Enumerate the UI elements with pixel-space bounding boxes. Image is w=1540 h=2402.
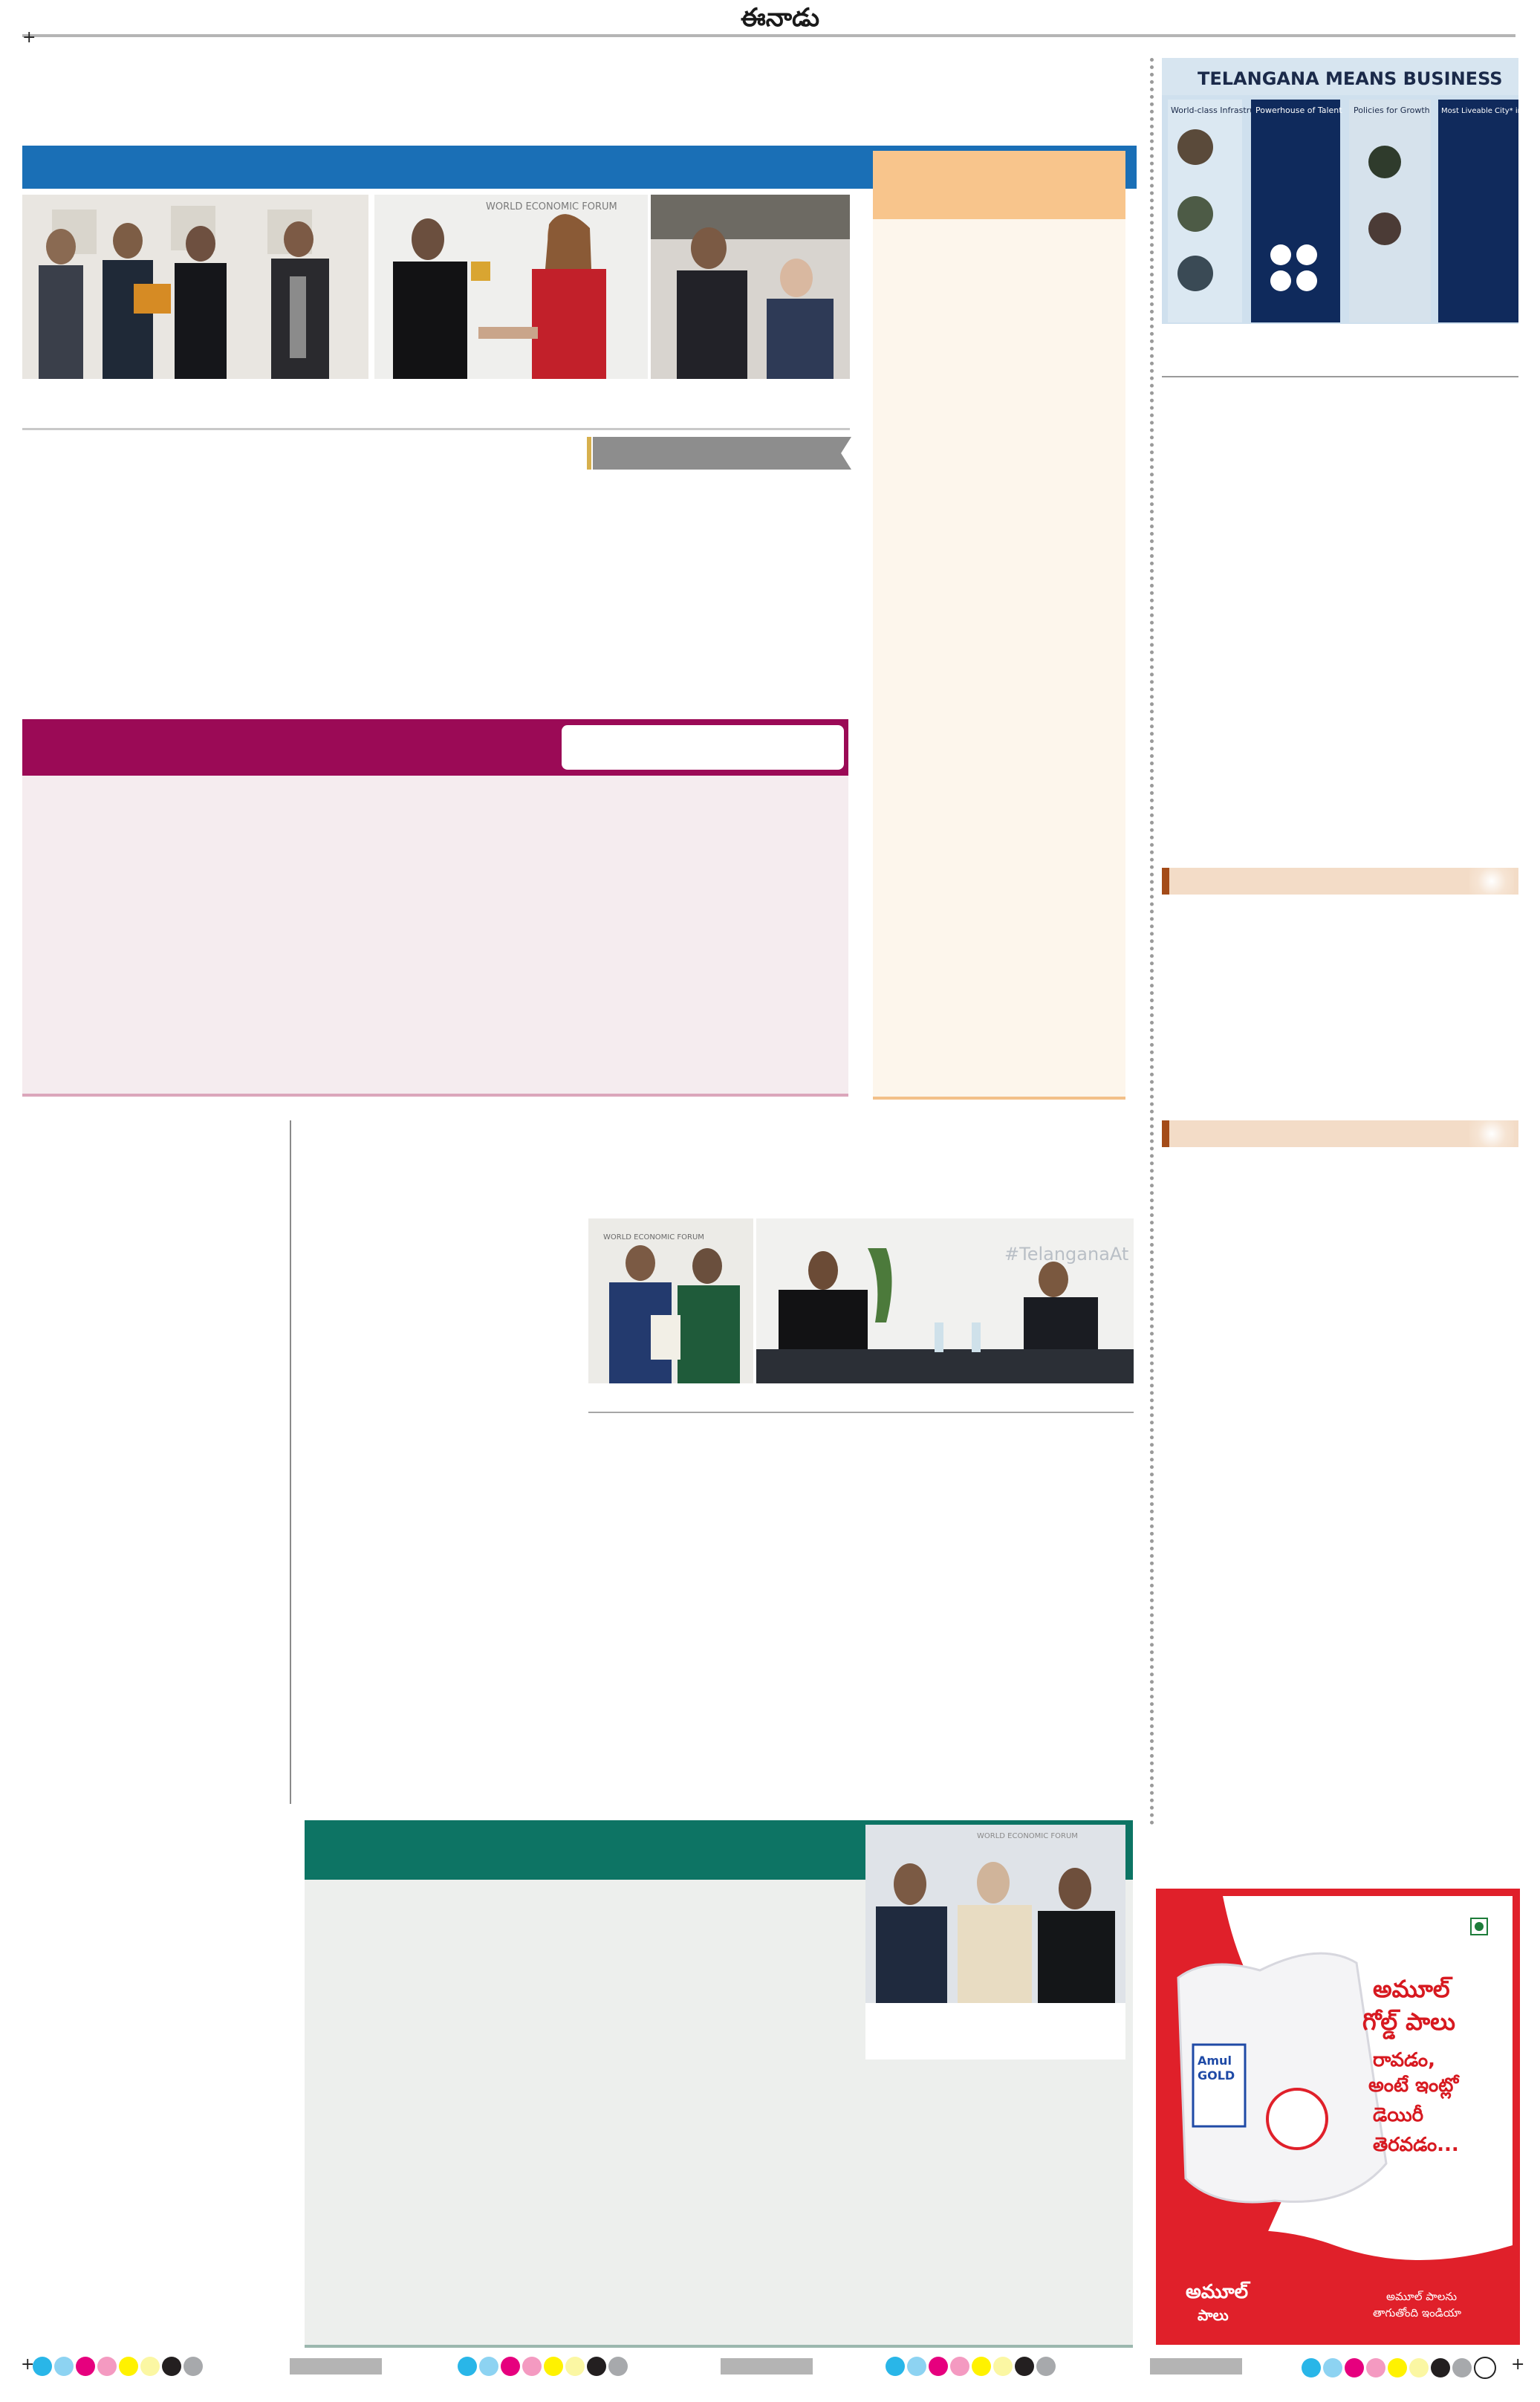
colour-swatch [1366,2358,1385,2377]
section-tab-gray [593,437,851,470]
photo-meeting-table: #TelanganaAt [756,1218,1134,1383]
colour-swatch [1388,2358,1407,2377]
photo-telangana-board: TELANGANA MEANS BUSINESS World-class Inf… [1162,58,1518,324]
ad-pack-brand: Amul [1198,2054,1232,2068]
photo-delegation-group [22,195,368,379]
colour-swatch [1036,2357,1056,2376]
column-divider-dotted [1150,58,1157,1826]
colour-swatch [183,2357,203,2376]
colour-bar-group-1 [33,2357,205,2376]
side-tab-1 [1169,868,1518,895]
sidebar-body-peach [873,219,1125,1098]
colour-swatch [587,2357,606,2376]
colour-bar-gray-3 [1150,2358,1242,2375]
ad-line-6: తెరవడం... [1373,2134,1459,2156]
colour-swatch [1302,2358,1321,2377]
sidebar-header-peach [873,151,1125,219]
board-heading: TELANGANA MEANS BUSINESS [1198,68,1503,89]
middle-story-rule [588,1412,1134,1413]
colour-bar-gray-2 [721,2358,813,2375]
photo-two-men [651,195,850,379]
registration-mark: + [22,28,36,47]
colour-bar-group-2 [458,2357,630,2376]
colour-swatch [33,2357,52,2376]
colour-swatch [458,2357,477,2376]
headline-pill [562,725,844,770]
ad-line-3: రావడం, [1373,2049,1435,2071]
board-col2: Powerhouse of Talent [1255,106,1342,115]
colour-swatch [565,2357,585,2376]
registration-mark-bottom-right: + [1511,2355,1525,2374]
photo-document-handover: WORLD ECONOMIC FORUM [588,1218,753,1383]
amul-advertisement: Amul GOLD అమూల్ గోల్డ్ పాలు రావడం, అంటే … [1156,1889,1520,2345]
colour-swatch [1474,2357,1496,2379]
section-tab-accent [587,437,591,470]
colour-swatch [479,2357,498,2376]
sidebar-footer-rule [873,1097,1125,1100]
side-tab-2-accent [1162,1120,1169,1147]
colour-bar-group-3 [886,2357,1058,2376]
colour-swatch [119,2357,138,2376]
colour-swatch [1345,2358,1364,2377]
colour-swatch [544,2357,563,2376]
photo-three-leaders: WORLD ECONOMIC FORUM [865,1825,1125,2003]
colour-swatch [97,2357,117,2376]
colour-swatch [162,2357,181,2376]
boxed-story-footer-rule [22,1094,848,1097]
colour-swatch [608,2357,628,2376]
colour-swatch [54,2357,74,2376]
side-tab-2-ornament [1469,1120,1514,1147]
photo-label-wef-2: WORLD ECONOMIC FORUM [603,1233,704,1241]
colour-swatch [76,2357,95,2376]
colour-swatch [1452,2358,1472,2377]
colour-swatch [1323,2358,1342,2377]
ad-brand-bottom-1: అమూల్ [1186,2281,1249,2303]
boxed-story-pink [22,776,848,1095]
side-tab-1-ornament [1469,868,1514,895]
side-tab-1-accent [1162,868,1169,895]
colour-swatch [972,2357,991,2376]
photo-handshake: WORLD ECONOMIC FORUM [374,195,648,379]
colour-bar-gray-1 [290,2358,382,2375]
meeting-hashtag: #TelanganaAt [1004,1244,1128,1265]
photo-label-wef-3: WORLD ECONOMIC FORUM [977,1832,1078,1840]
colour-swatch [1409,2358,1429,2377]
side-tab-2 [1169,1120,1518,1147]
colour-swatch [1431,2358,1450,2377]
masthead-rule [22,34,1515,37]
left-column-rule [290,1120,291,1804]
ad-pack-product: GOLD [1198,2068,1235,2083]
colour-swatch [1015,2357,1034,2376]
story-separator-rule [22,428,850,430]
colour-swatch [993,2357,1013,2376]
ad-tagline-2: తాగుతోంది ఇండియా [1373,2306,1461,2320]
ad-brand-bottom-2: పాలు [1198,2306,1229,2324]
colour-swatch [501,2357,520,2376]
colour-swatch [907,2357,926,2376]
ad-line-5: డెయిరీ [1373,2104,1424,2126]
photo-caption-box [865,2003,1125,2059]
photo-label-wef-1: WORLD ECONOMIC FORUM [486,201,617,212]
colour-swatch [522,2357,542,2376]
ad-tagline-1: అమూల్ పాలను [1386,2290,1458,2303]
colour-bar-group-4 [1302,2357,1498,2379]
ad-line-2: గోల్డ్ పాలు [1362,2007,1455,2036]
masthead-title: ఈనాడు [740,3,820,33]
ad-line-1: అమూల్ [1373,1975,1450,2003]
colour-swatch [140,2357,160,2376]
ad-line-4: అంటే ఇంట్లో [1368,2074,1459,2097]
colour-swatch [886,2357,905,2376]
right-column-rule [1162,376,1518,377]
board-col4: Most Liveable City* in India [1441,107,1518,115]
board-col3: Policies for Growth [1354,106,1430,115]
colour-swatch [950,2357,969,2376]
colour-swatch [929,2357,948,2376]
boxed-story-green-footer [305,2345,1133,2348]
